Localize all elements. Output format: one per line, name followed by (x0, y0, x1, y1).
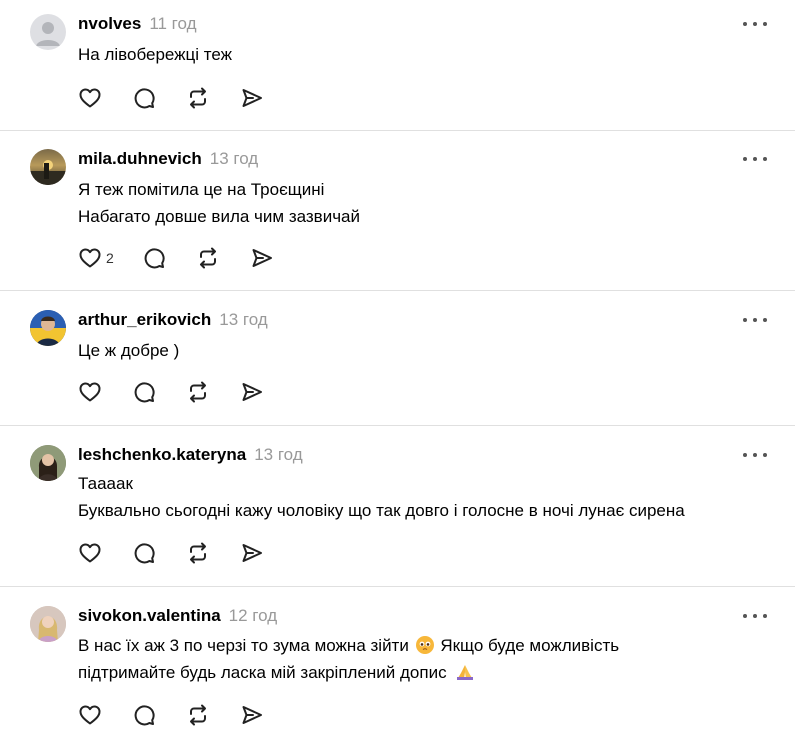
more-icon[interactable] (743, 450, 767, 460)
flag-photo-icon (30, 310, 66, 346)
share-button[interactable] (240, 86, 264, 110)
like-button[interactable] (78, 541, 102, 565)
heart-icon (78, 541, 102, 565)
like-button[interactable] (78, 86, 102, 110)
post-text: Тааaак (78, 474, 133, 493)
share-button[interactable] (240, 541, 264, 565)
send-icon (250, 246, 274, 270)
reply-button[interactable] (142, 246, 166, 270)
repost-icon (186, 703, 210, 727)
post-text: В нас їх аж 3 по черзі то зума можна зій… (78, 636, 619, 656)
more-icon[interactable] (743, 154, 767, 164)
send-icon (240, 541, 264, 565)
heart-icon (78, 380, 102, 404)
repost-icon (196, 246, 220, 270)
reply-button[interactable] (132, 380, 156, 404)
post-header: leshchenko.kateryna 13 год (78, 445, 303, 465)
avatar[interactable] (30, 310, 66, 346)
username[interactable]: mila.duhnevich (78, 149, 202, 168)
action-bar (78, 380, 294, 404)
timestamp[interactable]: 13 год (254, 445, 302, 464)
heart-icon (78, 703, 102, 727)
heart-icon (78, 86, 102, 110)
post-header: sivokon.valentina 12 год (78, 606, 277, 626)
avatar[interactable] (30, 606, 66, 642)
comment-icon (132, 86, 156, 110)
repost-button[interactable] (186, 86, 210, 110)
more-icon[interactable] (743, 19, 767, 29)
share-button[interactable] (240, 380, 264, 404)
reply-button[interactable] (132, 541, 156, 565)
pleading-face-icon (415, 636, 434, 654)
post-text-part: підтримайте будь ласка мій закріплений д… (78, 663, 447, 682)
post-text: підтримайте будь ласка мій закріплений д… (78, 663, 475, 683)
like-button[interactable]: 2 (78, 246, 114, 270)
sunset-photo-icon (30, 160, 66, 185)
like-button[interactable] (78, 703, 102, 727)
repost-icon (186, 541, 210, 565)
repost-icon (186, 380, 210, 404)
post-text: Це ж добре ) (78, 341, 180, 360)
action-bar: 2 (78, 246, 304, 270)
send-icon (240, 86, 264, 110)
reply-button[interactable] (132, 703, 156, 727)
like-button[interactable] (78, 380, 102, 404)
repost-button[interactable] (186, 703, 210, 727)
send-icon (240, 380, 264, 404)
share-button[interactable] (240, 703, 264, 727)
post: sivokon.valentina 12 год В нас їх аж 3 по… (0, 587, 795, 746)
portrait-photo-icon (30, 445, 66, 481)
action-bar (78, 86, 294, 110)
username[interactable]: nvolves (78, 14, 141, 33)
repost-button[interactable] (186, 380, 210, 404)
username[interactable]: leshchenko.kateryna (78, 445, 246, 464)
post-text: На лівобережці теж (78, 45, 233, 64)
avatar[interactable] (30, 149, 66, 185)
send-icon (240, 703, 264, 727)
avatar[interactable] (30, 445, 66, 481)
repost-button[interactable] (186, 541, 210, 565)
portrait-photo-icon (30, 606, 66, 642)
post: nvolves 11 год На лівобережці теж (0, 0, 795, 131)
post-header: nvolves 11 год (78, 14, 197, 34)
more-icon[interactable] (743, 611, 767, 621)
heart-icon (78, 246, 102, 270)
comment-icon (142, 246, 166, 270)
post-header: arthur_erikovich 13 год (78, 310, 268, 330)
post: leshchenko.kateryna 13 год Тааaак Букваль… (0, 426, 795, 587)
reply-button[interactable] (132, 86, 156, 110)
username[interactable]: sivokon.valentina (78, 606, 221, 625)
timestamp[interactable]: 13 год (219, 310, 267, 329)
default-avatar-icon (36, 22, 60, 46)
action-bar (78, 541, 294, 565)
share-button[interactable] (250, 246, 274, 270)
avatar[interactable] (30, 14, 66, 50)
comment-icon (132, 703, 156, 727)
post-text: Набагато довше вила чим зазвичай (78, 207, 361, 226)
post-text: Буквально сьогодні кажу чоловіку що так … (78, 501, 685, 520)
post-text: Я теж помітила це на Троєщині (78, 180, 325, 199)
post: arthur_erikovich 13 год Це ж добре ) (0, 291, 795, 426)
like-count: 2 (106, 250, 114, 266)
comment-icon (132, 541, 156, 565)
timestamp[interactable]: 13 год (210, 149, 258, 168)
timestamp[interactable]: 11 год (149, 14, 196, 33)
timestamp[interactable]: 12 год (229, 606, 277, 625)
more-icon[interactable] (743, 315, 767, 325)
comment-icon (132, 380, 156, 404)
repost-icon (186, 86, 210, 110)
post-header: mila.duhnevich 13 год (78, 149, 258, 169)
username[interactable]: arthur_erikovich (78, 310, 211, 329)
post-text-part: Якщо буде можливість (440, 636, 620, 655)
praying-hands-icon (455, 663, 475, 681)
repost-button[interactable] (196, 246, 220, 270)
post: mila.duhnevich 13 год Я теж помітила це н… (0, 131, 795, 291)
action-bar (78, 703, 294, 727)
post-text-part: В нас їх аж 3 по черзі то зума можна зій… (78, 636, 409, 655)
